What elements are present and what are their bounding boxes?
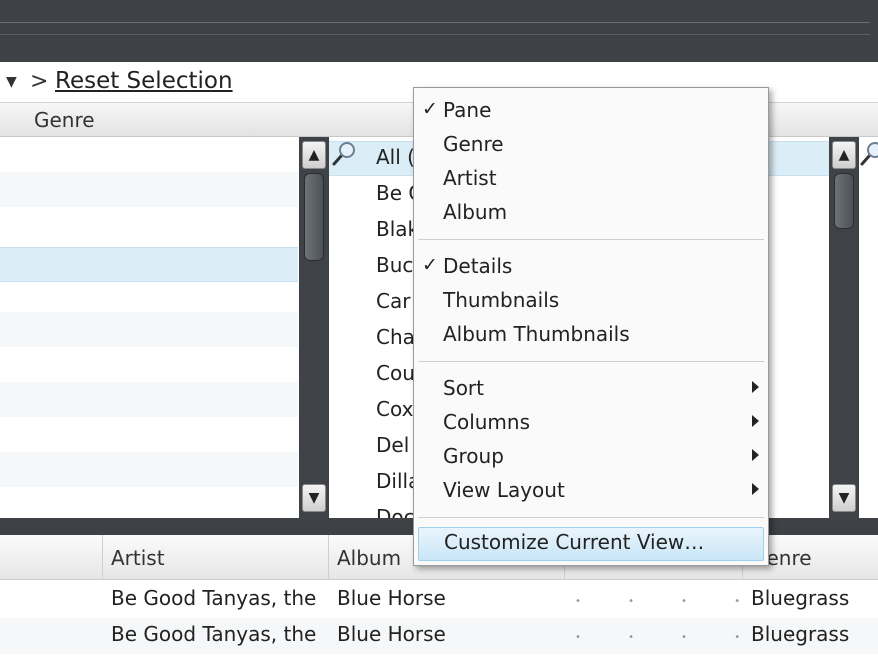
- submenu-arrow-icon: [752, 449, 759, 461]
- chevron-down-icon[interactable]: ▼: [302, 484, 326, 512]
- scroll-thumb[interactable]: [834, 173, 854, 229]
- genre-scrollbar[interactable]: ▲ ▼: [299, 137, 329, 518]
- menu-item-label: Group: [443, 444, 504, 468]
- menu-item-genre[interactable]: Genre: [414, 129, 768, 163]
- list-item[interactable]: Cox: [376, 397, 413, 421]
- cell-genre: Bluegrass: [751, 622, 850, 646]
- table-row[interactable]: Be Good Tanyas, the Blue Horse • • • • •…: [0, 618, 878, 654]
- list-item[interactable]: Cou: [376, 361, 415, 385]
- menu-item-label: Album: [443, 200, 508, 224]
- menu-item-label: Thumbnails: [443, 288, 560, 312]
- genre-list[interactable]: [0, 137, 298, 518]
- menu-item-sort[interactable]: Sort: [414, 373, 768, 407]
- menu-separator: [418, 517, 764, 518]
- toolbar-line: [0, 34, 870, 35]
- menu-item-label: Album Thumbnails: [443, 322, 630, 346]
- view-context-menu: ✓ Pane Genre Artist Album ✓ Details Thum…: [413, 87, 769, 566]
- submenu-arrow-icon: [752, 415, 759, 427]
- scroll-thumb[interactable]: [304, 173, 324, 261]
- list-item[interactable]: Del: [376, 433, 409, 457]
- cell-genre: Bluegrass: [751, 586, 850, 610]
- menu-item-customize-current-view[interactable]: Customize Current View…: [418, 527, 764, 561]
- list-item[interactable]: [0, 452, 298, 487]
- list-item[interactable]: [0, 382, 298, 417]
- search-icon: [860, 142, 878, 166]
- chevron-up-icon[interactable]: ▲: [302, 141, 326, 169]
- chevron-down-icon[interactable]: ▼: [832, 484, 856, 512]
- menu-item-album[interactable]: Album: [414, 197, 768, 231]
- menu-item-label: Genre: [443, 132, 504, 156]
- breadcrumb-separator: >: [30, 69, 49, 94]
- submenu-arrow-icon: [752, 483, 759, 495]
- list-item[interactable]: Buc: [376, 253, 413, 277]
- reset-selection-link[interactable]: Reset Selection: [55, 68, 233, 94]
- genre-pane-header[interactable]: Genre: [0, 102, 331, 137]
- menu-item-thumbnails[interactable]: Thumbnails: [414, 285, 768, 319]
- menu-item-artist[interactable]: Artist: [414, 163, 768, 197]
- toolbar-line: [0, 22, 870, 23]
- column-header-artist[interactable]: Artist: [103, 535, 329, 579]
- menu-item-columns[interactable]: Columns: [414, 407, 768, 441]
- menu-separator: [418, 239, 764, 240]
- cell-album: Blue Horse: [337, 586, 446, 610]
- menu-item-details[interactable]: ✓ Details: [414, 251, 768, 285]
- menu-item-label: View Layout: [443, 478, 565, 502]
- menu-item-pane[interactable]: ✓ Pane: [414, 95, 768, 129]
- list-item[interactable]: All (: [376, 145, 415, 169]
- list-item[interactable]: Doc: [376, 505, 415, 518]
- cell-artist: Be Good Tanyas, the: [111, 622, 317, 646]
- selected-list-item[interactable]: [0, 247, 298, 282]
- menu-item-label: Columns: [443, 410, 531, 434]
- menu-item-label: Pane: [443, 98, 492, 122]
- list-item[interactable]: Car: [376, 289, 410, 313]
- menu-separator: [418, 361, 764, 362]
- menu-item-view-layout[interactable]: View Layout: [414, 475, 768, 509]
- menu-item-label: Customize Current View…: [444, 530, 705, 554]
- cell-artist: Be Good Tanyas, the: [111, 586, 317, 610]
- submenu-arrow-icon: [752, 381, 759, 393]
- check-icon: ✓: [422, 98, 438, 120]
- menu-item-label: Artist: [443, 166, 497, 190]
- chevron-up-icon[interactable]: ▲: [832, 141, 856, 169]
- column-header-label: Artist: [111, 546, 165, 570]
- menu-item-label: Sort: [443, 376, 484, 400]
- cell-album: Blue Horse: [337, 622, 446, 646]
- table-row[interactable]: Be Good Tanyas, the Blue Horse • • • • •…: [0, 582, 878, 618]
- menu-item-label: Details: [443, 254, 513, 278]
- check-icon: ✓: [422, 254, 438, 276]
- artist-scrollbar[interactable]: ▲ ▼: [829, 137, 859, 518]
- list-item[interactable]: Cha: [376, 325, 415, 349]
- dropdown-triangle-icon[interactable]: ▼: [6, 74, 17, 90]
- search-icon: [332, 142, 355, 166]
- menu-item-group[interactable]: Group: [414, 441, 768, 475]
- menu-item-album-thumbnails[interactable]: Album Thumbnails: [414, 319, 768, 353]
- column-header[interactable]: [0, 535, 103, 579]
- list-item[interactable]: [0, 312, 298, 347]
- column-header-label: Album: [337, 546, 402, 570]
- genre-header-label: Genre: [34, 108, 95, 132]
- top-toolbar: [0, 0, 878, 62]
- list-item[interactable]: [0, 172, 298, 207]
